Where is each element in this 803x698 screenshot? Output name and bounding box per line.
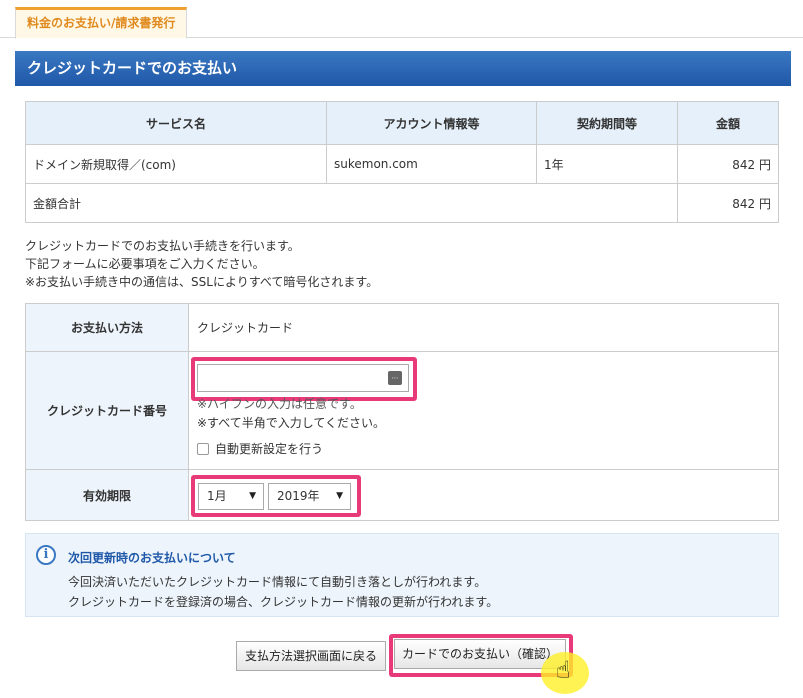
expiry-cell: 1月 ▼ 2019年 ▼ bbox=[188, 469, 779, 521]
expiry-month-value: 1月 bbox=[207, 489, 227, 503]
back-button[interactable]: 支払方法選択画面に戻る bbox=[236, 641, 386, 671]
auto-renew-label: 自動更新設定を行う bbox=[215, 442, 324, 456]
card-hint-halfwidth: ※すべて半角で入力してください。 bbox=[197, 416, 386, 430]
instruction-line: ※お支払い手続き中の通信は、SSLによりすべて暗号化されます。 bbox=[25, 275, 379, 289]
service-table: サービス名 アカウント情報等 契約期間等 金額 ドメイン新規取得／(com) s… bbox=[25, 101, 779, 223]
renewal-info-box: i 次回更新時のお支払いについて 今回決済いただいたクレジットカード情報にて自動… bbox=[25, 533, 779, 617]
method-label: お支払い方法 bbox=[25, 303, 189, 352]
table-header-row: サービス名 アカウント情報等 契約期間等 金額 bbox=[25, 101, 779, 145]
section-title: クレジットカードでのお支払い bbox=[15, 51, 791, 86]
method-value: クレジットカード bbox=[188, 303, 779, 352]
info-text: 今回決済いただいたクレジットカード情報にて自動引き落としが行われます。 bbox=[68, 575, 487, 589]
instruction-line: クレジットカードでのお支払い手続きを行います。 bbox=[25, 239, 300, 253]
column-header-account: アカウント情報等 bbox=[326, 101, 537, 145]
payment-form: お支払い方法 クレジットカード クレジットカード番号 ⋯ ※ハイフンの入力は任意… bbox=[25, 303, 779, 521]
hand-pointer-icon: ☝ bbox=[556, 656, 571, 684]
table-row: ドメイン新規取得／(com) sukemon.com 1年 842 円 bbox=[25, 144, 779, 184]
auto-renew-option[interactable]: 自動更新設定を行う bbox=[197, 440, 323, 457]
info-icon: i bbox=[36, 545, 56, 565]
card-hint-hyphen: ※ハイフンの入力は任意です。 bbox=[197, 397, 362, 411]
expiry-label: 有効期限 bbox=[25, 469, 189, 521]
total-row: 金額合計 842 円 bbox=[25, 183, 779, 223]
cell-amount: 842 円 bbox=[677, 144, 779, 184]
dropdown-arrow-icon: ▼ bbox=[249, 491, 256, 501]
info-text: クレジットカードを登録済の場合、クレジットカード情報の更新が行われます。 bbox=[68, 595, 499, 609]
cell-service: ドメイン新規取得／(com) bbox=[25, 144, 327, 184]
column-header-amount: 金額 bbox=[677, 101, 779, 145]
info-title: 次回更新時のお支払いについて bbox=[68, 551, 236, 565]
total-label: 金額合計 bbox=[25, 183, 678, 223]
form-row-card: クレジットカード番号 ⋯ ※ハイフンの入力は任意です。 ※すべて半角で入力してく… bbox=[25, 351, 779, 470]
cell-period: 1年 bbox=[536, 144, 678, 184]
form-row-method: お支払い方法 クレジットカード bbox=[25, 303, 779, 352]
tab-billing[interactable]: 料金のお支払い/請求書発行 bbox=[15, 7, 188, 39]
tab-bar: 料金のお支払い/請求書発行 bbox=[0, 0, 803, 39]
cell-account: sukemon.com bbox=[326, 144, 537, 184]
expiry-year-select[interactable]: 2019年 ▼ bbox=[268, 483, 351, 510]
dropdown-arrow-icon: ▼ bbox=[336, 491, 343, 501]
instructions: クレジットカードでのお支払い手続きを行います。 下記フォームに必要事項をご入力く… bbox=[25, 237, 378, 291]
expiry-month-select[interactable]: 1月 ▼ bbox=[198, 483, 264, 510]
column-header-period: 契約期間等 bbox=[536, 101, 678, 145]
column-header-service: サービス名 bbox=[25, 101, 327, 145]
confirm-payment-button[interactable]: カードでのお支払い（確認） bbox=[394, 639, 566, 669]
expiry-year-value: 2019年 bbox=[277, 489, 320, 503]
form-row-expiry: 有効期限 1月 ▼ 2019年 ▼ bbox=[25, 469, 779, 521]
auto-renew-checkbox[interactable] bbox=[197, 442, 209, 455]
instruction-line: 下記フォームに必要事項をご入力ください。 bbox=[25, 257, 265, 271]
card-number-label: クレジットカード番号 bbox=[25, 351, 189, 470]
total-amount: 842 円 bbox=[677, 183, 779, 223]
card-number-cell: ⋯ ※ハイフンの入力は任意です。 ※すべて半角で入力してください。 自動更新設定… bbox=[188, 351, 779, 470]
